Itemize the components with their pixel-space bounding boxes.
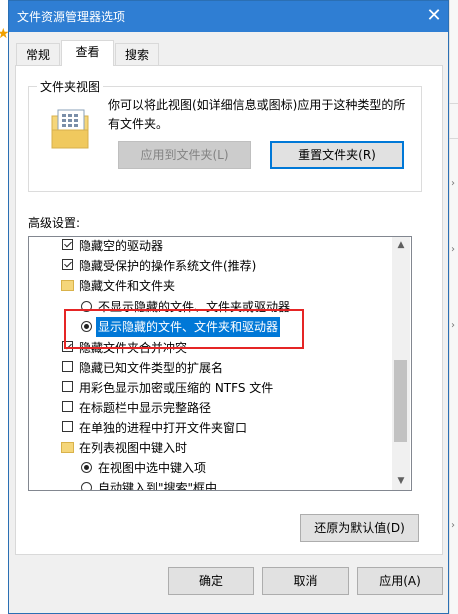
title-bar[interactable]: 文件资源管理器选项 ✕ xyxy=(9,1,448,32)
tab-view[interactable]: 查看 xyxy=(61,40,114,66)
background-glyph-icon: › xyxy=(451,520,455,531)
checkbox[interactable] xyxy=(62,421,73,432)
checkbox[interactable] xyxy=(62,381,73,392)
background-divider xyxy=(449,138,458,139)
checkbox[interactable] xyxy=(62,401,73,412)
background-window-left xyxy=(0,0,8,614)
ok-button[interactable]: 确定 xyxy=(168,567,254,595)
folder-icon xyxy=(61,280,74,291)
annotation-highlight-box xyxy=(64,309,304,349)
folder-view-icon xyxy=(51,109,89,149)
cancel-button[interactable]: 取消 xyxy=(262,567,349,595)
folder-views-label: 文件夹视图 xyxy=(37,78,104,95)
scroll-down-icon[interactable]: ▼ xyxy=(392,473,410,490)
reset-folders-button[interactable]: 重置文件夹(R) xyxy=(270,141,404,169)
list-clip: 自动键入到"搜索"框中 xyxy=(29,476,391,490)
folder-views-description: 你可以将此视图(如详细信息或图标)应用于这种类型的所有文件夹。 xyxy=(108,98,406,131)
background-divider xyxy=(449,103,458,104)
restore-defaults-button[interactable]: 还原为默认值(D) xyxy=(300,514,419,542)
tab-search[interactable]: 搜索 xyxy=(115,43,159,65)
background-glyph-icon: › xyxy=(451,320,455,331)
scrollbar-thumb[interactable] xyxy=(394,360,407,442)
list-scrollbar[interactable]: ▲ ▼ xyxy=(392,237,410,490)
close-icon[interactable]: ✕ xyxy=(422,4,446,28)
background-glyph-icon: › xyxy=(451,244,455,255)
checkbox[interactable] xyxy=(62,259,73,270)
scroll-up-icon[interactable]: ▲ xyxy=(392,237,410,254)
apply-to-folders-button[interactable]: 应用到文件夹(L) xyxy=(118,141,251,169)
radio-button[interactable] xyxy=(81,482,92,490)
dialog-title: 文件资源管理器选项 xyxy=(17,10,126,24)
background-glyph-icon: › xyxy=(451,178,455,189)
advanced-settings-label: 高级设置: xyxy=(28,216,81,230)
checkbox[interactable] xyxy=(62,361,73,372)
checkbox[interactable] xyxy=(62,239,73,250)
tab-general[interactable]: 常规 xyxy=(16,43,60,65)
apply-button[interactable]: 应用(A) xyxy=(357,567,443,595)
radio-button[interactable] xyxy=(81,462,92,473)
folder-icon xyxy=(61,442,74,453)
